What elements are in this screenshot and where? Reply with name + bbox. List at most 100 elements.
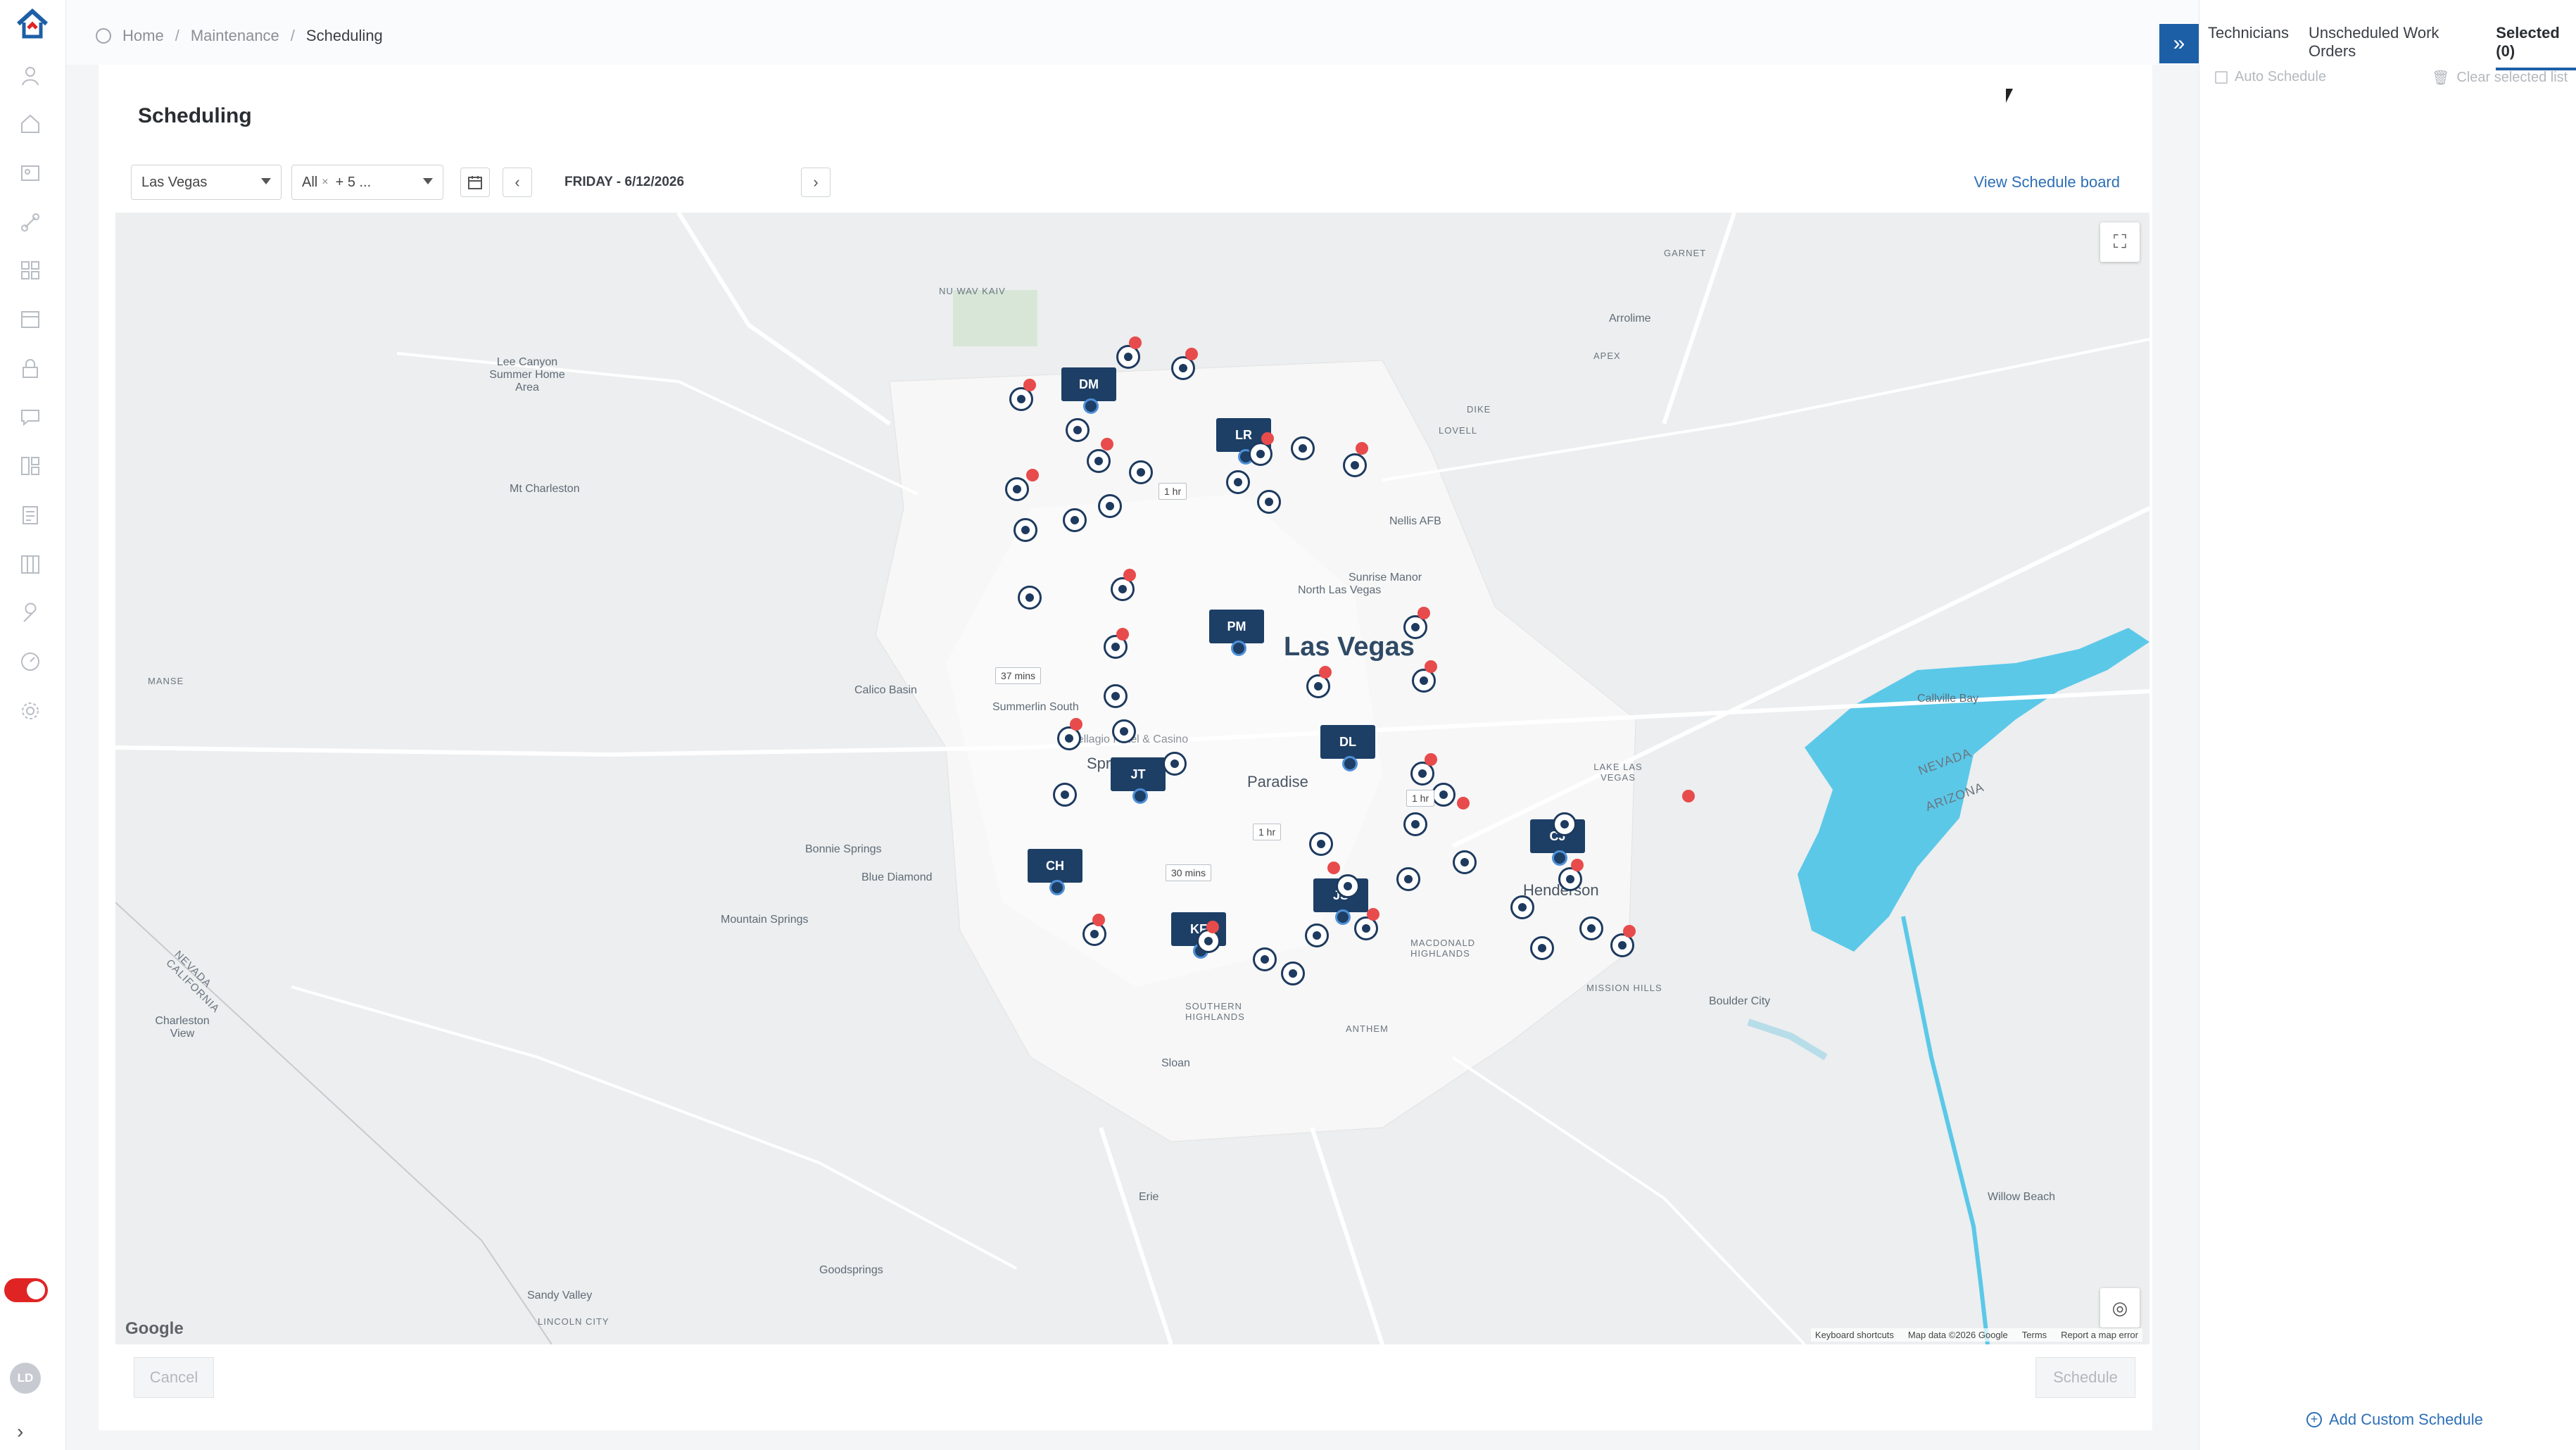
category-more: + 5 ...	[335, 174, 372, 190]
work-order-marker[interactable]	[1066, 418, 1090, 442]
technician-pin-jt[interactable]: JT	[1111, 757, 1166, 804]
settings-gear-icon[interactable]	[16, 697, 44, 725]
grid-icon[interactable]	[16, 256, 44, 284]
work-order-marker[interactable]	[1129, 460, 1153, 484]
clear-selected-list-button[interactable]: 🗑 Clear selected list	[2432, 69, 2568, 87]
chip-remove-icon[interactable]: ×	[322, 176, 328, 189]
board-icon[interactable]	[16, 550, 44, 579]
home-logo-icon[interactable]	[14, 6, 51, 42]
schedule-map[interactable]: Las Vegas Paradise Henderson North Las V…	[115, 213, 2149, 1344]
map-label-north-las-vegas: North Las Vegas	[1298, 584, 1382, 596]
expand-nav-chevron-icon[interactable]: ›	[17, 1422, 37, 1442]
store-icon[interactable]	[16, 305, 44, 334]
work-order-marker[interactable]	[1005, 477, 1029, 501]
work-order-marker[interactable]	[1309, 832, 1333, 856]
location-select[interactable]: Las Vegas	[131, 165, 282, 200]
work-order-marker[interactable]	[1112, 719, 1136, 743]
tab-unscheduled-work-orders[interactable]: Unscheduled Work Orders	[2309, 24, 2476, 70]
chevron-down-icon	[423, 178, 433, 184]
work-order-marker[interactable]	[1063, 508, 1087, 532]
user-avatar[interactable]: LD	[10, 1363, 41, 1394]
info-icon[interactable]	[96, 28, 111, 44]
work-order-marker[interactable]	[1018, 586, 1042, 610]
technician-pin-ch[interactable]: CH	[1028, 849, 1082, 895]
chat-icon[interactable]	[16, 403, 44, 431]
work-order-marker[interactable]	[1082, 922, 1106, 946]
work-order-marker[interactable]	[1336, 874, 1360, 898]
work-order-marker[interactable]	[1104, 684, 1128, 708]
right-panel: Technicians Unscheduled Work Orders Sele…	[2199, 0, 2576, 1450]
tab-technicians[interactable]: Technicians	[2208, 24, 2289, 70]
technician-pin-dm[interactable]: DM	[1061, 367, 1116, 414]
home-icon[interactable]	[16, 110, 44, 138]
tab-selected[interactable]: Selected (0)	[2496, 24, 2576, 70]
work-order-marker[interactable]	[1305, 923, 1329, 947]
work-order-marker[interactable]	[1087, 449, 1111, 473]
work-order-marker[interactable]	[1291, 436, 1315, 460]
map-label-sloan: Sloan	[1161, 1057, 1190, 1069]
add-custom-schedule-button[interactable]: + Add Custom Schedule	[2306, 1411, 2483, 1429]
contacts-icon[interactable]	[16, 159, 44, 187]
auto-schedule-checkbox[interactable]: Auto Schedule	[2215, 69, 2326, 85]
breadcrumb-separator: /	[175, 27, 179, 44]
map-label-mt-charleston: Mt Charleston	[510, 483, 580, 495]
work-order-marker[interactable]	[1453, 850, 1477, 874]
map-label-mountain-springs: Mountain Springs	[721, 914, 809, 926]
work-order-marker[interactable]	[1396, 867, 1420, 891]
report-icon[interactable]	[16, 501, 44, 529]
work-order-marker[interactable]	[1553, 812, 1577, 836]
link-icon[interactable]	[16, 208, 44, 237]
work-order-marker[interactable]	[1530, 936, 1554, 960]
work-order-marker[interactable]	[1226, 470, 1250, 494]
selected-date-label: FRIDAY - 6/12/2026	[564, 175, 685, 189]
lock-icon[interactable]	[16, 355, 44, 383]
work-order-marker[interactable]	[1343, 453, 1367, 477]
work-order-marker[interactable]	[1197, 929, 1220, 953]
map-label-lovell: LOVELL	[1439, 425, 1478, 436]
breadcrumb-home[interactable]: Home	[122, 27, 164, 45]
work-order-marker[interactable]	[1281, 962, 1305, 985]
mode-toggle-switch[interactable]	[4, 1278, 48, 1302]
work-order-marker[interactable]	[1257, 490, 1281, 514]
fullscreen-icon[interactable]: ⛶	[2100, 222, 2140, 262]
wrench-icon[interactable]	[16, 600, 44, 628]
cancel-button[interactable]: Cancel	[134, 1357, 214, 1398]
work-order-marker[interactable]	[1098, 494, 1122, 518]
map-label-manse: MANSE	[148, 676, 184, 686]
map-label-charleston-view: Charleston View	[155, 1015, 210, 1040]
left-nav-rail: LD ›	[0, 0, 66, 1450]
duration-tag: 37 mins	[995, 667, 1042, 684]
collapse-panel-button[interactable]: »	[2159, 24, 2199, 63]
work-order-marker[interactable]	[1579, 916, 1603, 940]
gauge-icon[interactable]	[16, 648, 44, 676]
technician-pin-dl[interactable]: DL	[1320, 725, 1375, 771]
category-chip: All	[302, 174, 318, 190]
terms-link[interactable]: Terms	[2022, 1330, 2047, 1340]
technician-pin-pm[interactable]: PM	[1209, 610, 1264, 656]
category-multiselect[interactable]: All × + 5 ...	[291, 165, 443, 200]
work-order-marker[interactable]	[1014, 518, 1037, 542]
work-order-marker[interactable]	[1249, 442, 1273, 466]
work-order-marker[interactable]	[1163, 752, 1187, 776]
view-schedule-board-link[interactable]: View Schedule board	[1974, 173, 2120, 191]
alert-badge	[1425, 753, 1437, 766]
dashboard-icon[interactable]	[16, 452, 44, 480]
calendar-icon[interactable]	[460, 168, 490, 197]
next-day-button[interactable]: ›	[801, 168, 831, 197]
alert-badge	[1023, 379, 1036, 391]
work-order-marker[interactable]	[1432, 783, 1456, 807]
duration-tag: 1 hr	[1406, 790, 1435, 807]
recenter-icon[interactable]: ◎	[2100, 1288, 2140, 1328]
work-order-marker[interactable]	[1053, 783, 1077, 807]
breadcrumb-maintenance[interactable]: Maintenance	[191, 27, 279, 45]
work-order-marker[interactable]	[1510, 895, 1534, 919]
report-map-error-link[interactable]: Report a map error	[2061, 1330, 2138, 1340]
alert-badge	[1457, 797, 1470, 809]
work-order-marker[interactable]	[1253, 947, 1277, 971]
work-order-marker[interactable]	[1403, 812, 1427, 836]
keyboard-shortcuts-link[interactable]: Keyboard shortcuts	[1815, 1330, 1894, 1340]
previous-day-button[interactable]: ‹	[503, 168, 532, 197]
map-label-blue-diamond: Blue Diamond	[861, 871, 933, 883]
user-icon[interactable]	[16, 62, 44, 90]
schedule-button[interactable]: Schedule	[2035, 1357, 2135, 1398]
